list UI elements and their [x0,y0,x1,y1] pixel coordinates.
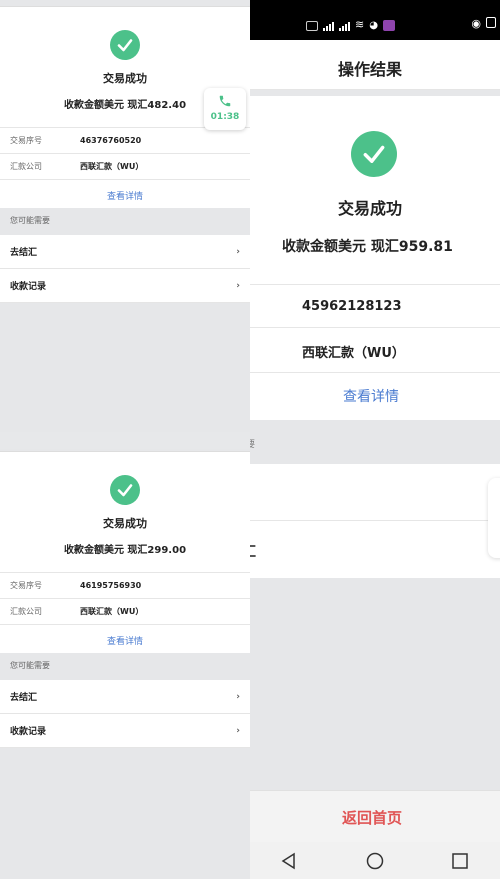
serial-value: 45962128123 [302,299,402,314]
chevron-right-icon: › [236,246,240,257]
nfc-icon [486,17,496,28]
system-nav-bar [250,842,500,879]
serial-label: 交易序号 [10,581,42,590]
call-timer-bubble[interactable]: 01:38 [204,88,246,130]
amount-text: 收款金额美元 现汇299.00 [63,545,187,556]
result-card: 交易成功 收款金额美元 现汇299.00 交易序号 46195756930 汇款… [0,451,250,653]
company-row: 汇款公司 西联汇款（WU） [0,599,250,625]
chevron-right-icon: › [236,725,240,736]
left-bottom-screenshot: 交易成功 收款金额美元 现汇299.00 交易序号 46195756930 汇款… [0,449,250,879]
signal-bars-icon [339,22,350,31]
nav-row-records[interactable]: 收款记录 › [0,714,250,748]
result-card: 交易成功 收款金额美元 现汇959.81 45962128123 西联汇款（WU… [250,96,500,420]
company-label: 汇款公司 [10,607,42,616]
success-check-icon [110,30,140,60]
chevron-right-icon: › [236,691,240,702]
hd-badge-icon [306,21,318,31]
result-title: 交易成功 [103,72,147,85]
company-value: 西联汇款（WU） [80,162,144,171]
chevron-right-icon: › [236,280,240,291]
amount-text: 收款金额美元 现汇959.81 [282,239,453,255]
nav-row-records[interactable]: 收款记录 › [0,269,250,303]
view-details-link[interactable]: 查看详情 [343,386,399,406]
right-screenshot: ≋ ◕ ◉ 操作结果 交易成功 收款金额美元 现汇959.81 45962128… [250,0,500,879]
nav-label-records: 收款记录 [10,282,47,292]
back-nav-icon[interactable] [280,852,298,870]
signal-icons: ≋ ◕ [306,18,395,31]
status-right-icons: ◉ [471,17,496,30]
nav-row-records[interactable]: 汇 [250,521,500,578]
success-check-icon [110,475,140,505]
serial-label: 交易序号 [10,136,42,145]
app-header: 操作结果 [250,40,500,90]
section-label: 您可能需要 [10,216,50,225]
nav-label-settle: 去结汇 [10,248,38,258]
company-value: 西联汇款（WU） [302,346,405,361]
nav-list-partial: 汇 [250,464,500,578]
nav-label-settle: 去结汇 [10,693,38,703]
section-label-partial: 要 [250,440,256,450]
home-nav-icon[interactable] [366,852,384,870]
recents-nav-icon[interactable] [451,852,469,870]
nav-label-records: 收款记录 [10,727,47,737]
company-label: 汇款公司 [10,162,42,171]
view-details-link[interactable]: 查看详情 [0,189,250,202]
bottom-action-bar: 返回首页 [250,790,500,842]
nav-row-settle[interactable]: 去结汇 › [0,680,250,714]
success-check-icon [351,131,397,177]
left-top-screenshot: 交易成功 收款金额美元 现汇482.40 交易序号 46376760520 汇款… [0,0,250,432]
call-timer: 01:38 [210,112,240,122]
back-home-button[interactable]: 返回首页 [342,807,402,828]
view-details-link[interactable]: 查看详情 [0,634,250,647]
nav-row-settle[interactable]: 去结汇 › [0,235,250,269]
status-bar: ≋ ◕ ◉ [250,0,500,40]
result-title: 交易成功 [338,199,403,218]
floating-bubble-edge[interactable] [488,478,500,558]
nav-label-partial: 汇 [250,541,256,560]
wifi-icon: ≋ [355,18,365,31]
section-label: 您可能需要 [10,661,50,670]
signal-bars-icon [323,22,334,31]
serial-row: 交易序号 46195756930 [0,573,250,599]
app-badge-icon [382,20,395,31]
serial-value: 46376760520 [80,136,142,145]
wechat-icon: ◕ [369,20,378,31]
eye-icon: ◉ [471,17,481,30]
page-title: 操作结果 [338,60,403,79]
company-row: 汇款公司 西联汇款（WU） [0,154,250,180]
result-title: 交易成功 [103,517,147,530]
serial-value: 46195756930 [80,581,142,590]
serial-row: 交易序号 46376760520 [0,128,250,154]
nav-row-settle[interactable] [250,464,500,521]
phone-icon [219,95,231,107]
company-value: 西联汇款（WU） [80,607,144,616]
